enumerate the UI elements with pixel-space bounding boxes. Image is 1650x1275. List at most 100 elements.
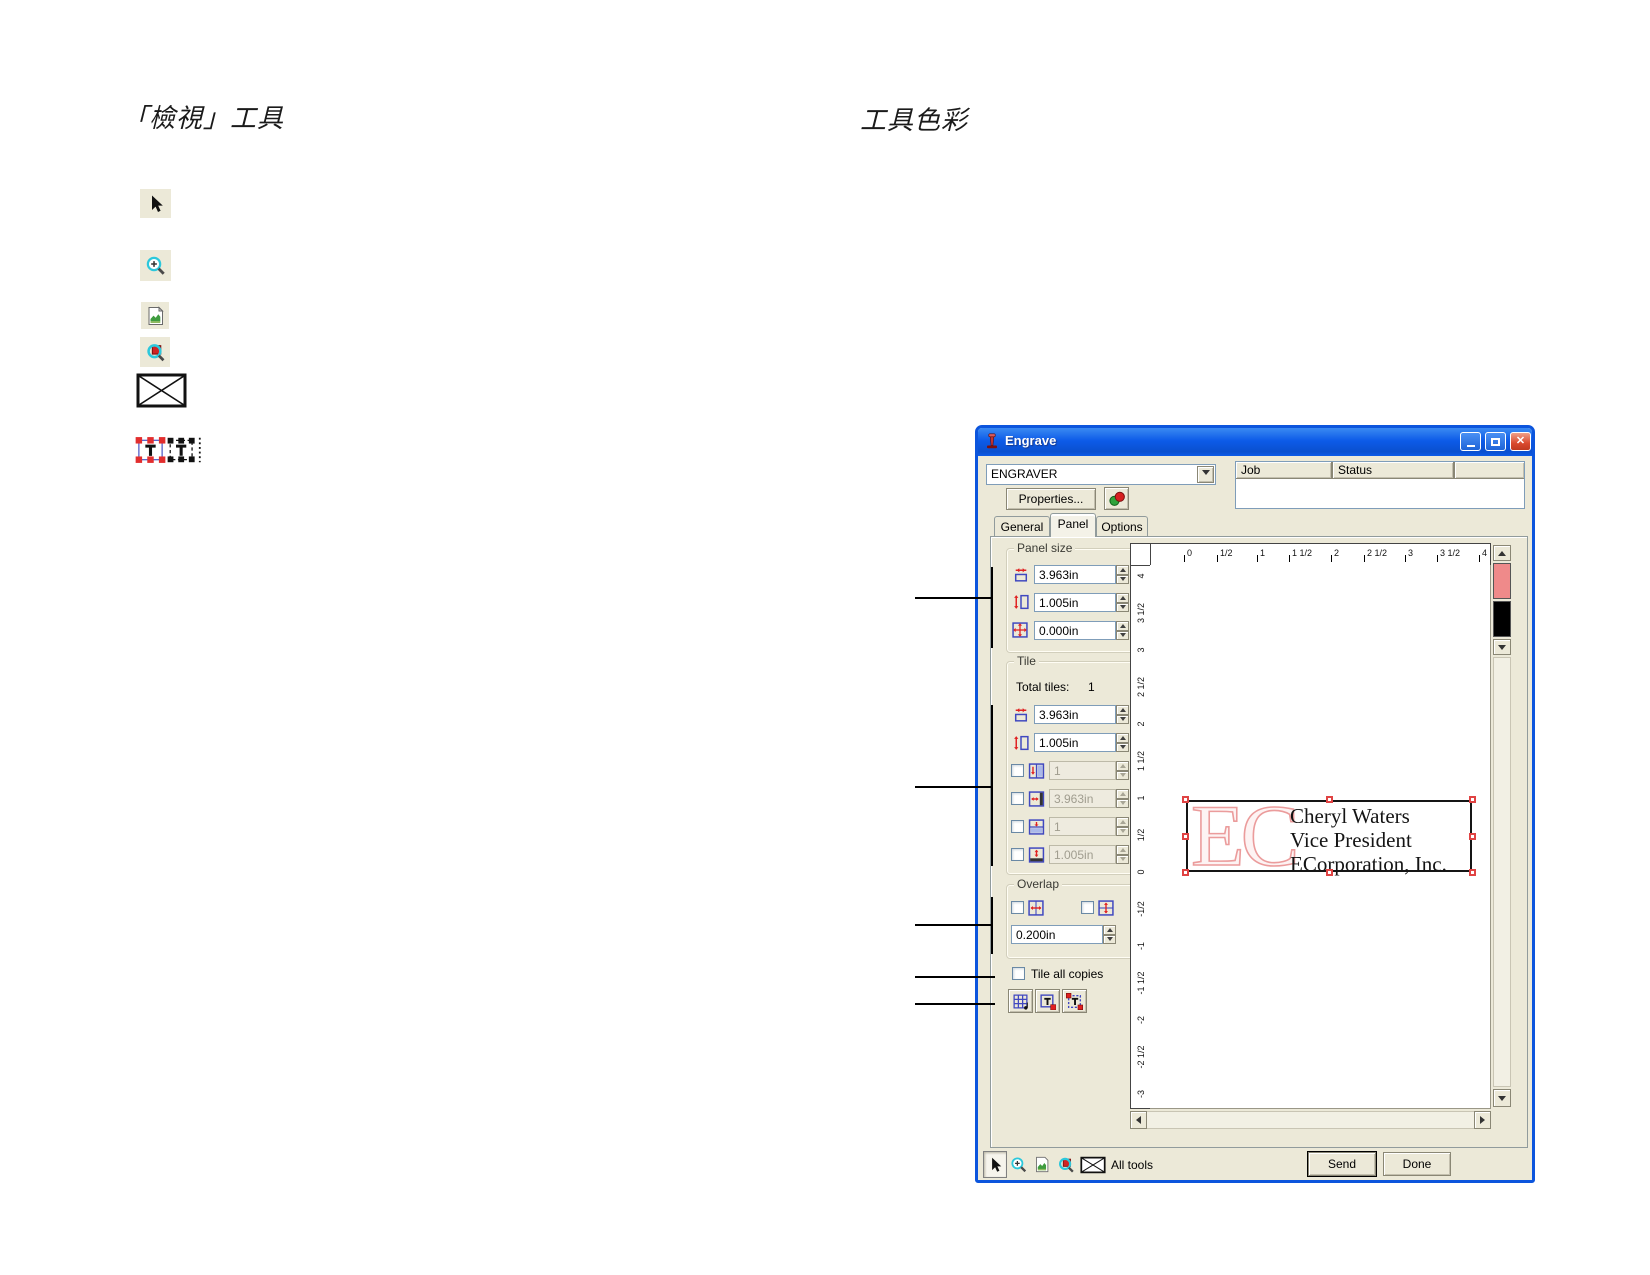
engraving-plate[interactable]: EC Cheryl Waters Vice President ECorpora… — [1186, 800, 1472, 872]
ruler-label: -1/2 — [1135, 896, 1147, 922]
total-tiles-value: 1 — [1088, 680, 1095, 694]
ruler-label: 1 1/2 — [1289, 548, 1312, 562]
panel-height-icon — [1012, 594, 1030, 610]
tab-panel[interactable]: Panel — [1050, 513, 1096, 537]
tile-height-field[interactable]: 1.005in — [1034, 733, 1116, 752]
close-button[interactable]: ✕ — [1510, 432, 1531, 451]
panel-height-field[interactable]: 1.005in — [1034, 593, 1116, 612]
zoom-in-icon — [1010, 1156, 1028, 1174]
overlap-spinner[interactable] — [1103, 925, 1116, 944]
ruler-label: 2 — [1135, 711, 1147, 737]
zoom-selection-button[interactable] — [1054, 1153, 1077, 1176]
vertical-scrollbar-track[interactable] — [1493, 657, 1511, 1087]
wireframe-box-icon — [1080, 1156, 1106, 1174]
tile-row-height-spinner — [1116, 845, 1129, 864]
properties-button[interactable]: Properties... — [1006, 488, 1096, 510]
selection-handle[interactable] — [1182, 833, 1189, 840]
wireframe-tool-button[interactable] — [1079, 1153, 1107, 1176]
selection-handle[interactable] — [1326, 869, 1333, 876]
tile-row-height-field: 1.005in — [1049, 845, 1116, 864]
ruler-label: 0 — [1135, 859, 1147, 885]
device-combobox-value: ENGRAVER — [991, 467, 1057, 481]
tile-width-field[interactable]: 3.963in — [1034, 705, 1116, 724]
panel-margin-icon — [1012, 622, 1028, 638]
ruler-label: -2 — [1135, 1007, 1147, 1033]
tile-row-height-checkbox[interactable] — [1011, 848, 1024, 861]
maximize-button[interactable] — [1485, 432, 1506, 451]
palette-swatch-salmon[interactable] — [1493, 563, 1511, 599]
panel-width-field[interactable]: 3.963in — [1034, 565, 1116, 584]
tile-selection-dashed-button[interactable] — [1062, 989, 1087, 1013]
tile-columns-checkbox[interactable] — [1011, 764, 1024, 777]
plate-text-line: ECorporation, Inc. — [1290, 852, 1447, 876]
panel-width-spinner[interactable] — [1116, 565, 1129, 584]
selection-handle[interactable] — [1469, 796, 1476, 803]
job-queue-list[interactable]: Job Status — [1235, 461, 1525, 509]
callout-line-tile-buttons — [915, 1003, 995, 1005]
overlap-horizontal-checkbox[interactable] — [1011, 901, 1024, 914]
tool-colors-button[interactable] — [1104, 487, 1129, 510]
tile-height-spinner[interactable] — [1116, 733, 1129, 752]
send-button[interactable]: Send — [1308, 1152, 1376, 1176]
panel-margin-field[interactable]: 0.000in — [1034, 621, 1116, 640]
ruler-label: 3 1/2 — [1437, 548, 1460, 562]
tile-selection-button[interactable] — [1035, 989, 1060, 1013]
tile-height-icon — [1012, 735, 1030, 751]
tile-selection-dashed-icon — [1066, 993, 1083, 1010]
selection-handle[interactable] — [1182, 869, 1189, 876]
callout-bracket-tile — [991, 705, 993, 866]
done-button[interactable]: Done — [1383, 1152, 1451, 1176]
page-preview-button[interactable] — [1031, 1153, 1053, 1176]
engrave-app-icon — [984, 433, 1000, 449]
zoom-tool-button[interactable] — [1008, 1153, 1030, 1176]
title-bar[interactable]: Engrave ✕ — [978, 428, 1532, 456]
tile-all-copies-checkbox[interactable] — [1012, 967, 1025, 980]
tile-column-width-checkbox[interactable] — [1011, 792, 1024, 805]
zoom-selection-icon — [1057, 1156, 1075, 1174]
status-column-header[interactable]: Status — [1332, 462, 1454, 479]
panel-margin-spinner[interactable] — [1116, 621, 1129, 640]
palette-swatch-black[interactable] — [1493, 601, 1511, 637]
ruler-label: 3 1/2 — [1135, 600, 1147, 626]
selection-handle[interactable] — [1469, 869, 1476, 876]
job-column-header[interactable]: Job — [1236, 462, 1332, 479]
ruler-label: 1 — [1135, 785, 1147, 811]
overlap-vertical-checkbox[interactable] — [1081, 901, 1094, 914]
selection-handle[interactable] — [1469, 833, 1476, 840]
ruler-label: 1/2 — [1135, 822, 1147, 848]
tile-columns-field: 1 — [1049, 761, 1116, 780]
plate-text-line: Vice President — [1290, 828, 1447, 852]
ruler-label: -3 — [1135, 1081, 1147, 1107]
callout-bracket-overlap — [991, 897, 993, 954]
callout-bracket-panel-size — [991, 567, 993, 648]
tab-general[interactable]: General — [994, 516, 1050, 537]
vertical-scroll-down-button[interactable] — [1493, 1089, 1511, 1107]
palette-scroll-up-button[interactable] — [1493, 545, 1511, 561]
horizontal-scroll-left-button[interactable] — [1130, 1111, 1147, 1129]
ruler-label: 2 1/2 — [1135, 674, 1147, 700]
combobox-dropdown-button[interactable] — [1197, 466, 1214, 483]
tab-options[interactable]: Options — [1096, 516, 1148, 537]
tile-rows-checkbox[interactable] — [1011, 820, 1024, 833]
horizontal-scroll-right-button[interactable] — [1474, 1111, 1491, 1129]
overlap-field[interactable]: 0.200in — [1011, 925, 1103, 944]
ruler-label: -1 — [1135, 933, 1147, 959]
panel-height-spinner[interactable] — [1116, 593, 1129, 612]
select-tool-button[interactable] — [983, 1151, 1007, 1178]
device-combobox[interactable]: ENGRAVER — [986, 464, 1216, 485]
ruler-label: 3 — [1135, 637, 1147, 663]
tool-colors-icon — [1108, 491, 1126, 507]
selection-handle[interactable] — [1182, 796, 1189, 803]
palette-scroll-down-button[interactable] — [1493, 639, 1511, 655]
overlap-group-label: Overlap — [1014, 877, 1062, 891]
callout-line-panel-size — [915, 597, 993, 599]
minimize-button[interactable] — [1460, 432, 1481, 451]
ruler-left: 4 3 1/2 3 2 1/2 2 1 1/2 1 1/2 0 -1/2 -1 … — [1130, 565, 1151, 1109]
zoom-in-icon — [140, 250, 171, 281]
tile-width-spinner[interactable] — [1116, 705, 1129, 724]
tile-grid-button[interactable] — [1008, 989, 1033, 1013]
horizontal-scrollbar-track[interactable] — [1130, 1111, 1491, 1129]
ruler-label: 2 1/2 — [1364, 548, 1387, 562]
heading-tool-colors: 工具色彩 — [860, 100, 968, 137]
selection-handle[interactable] — [1326, 796, 1333, 803]
